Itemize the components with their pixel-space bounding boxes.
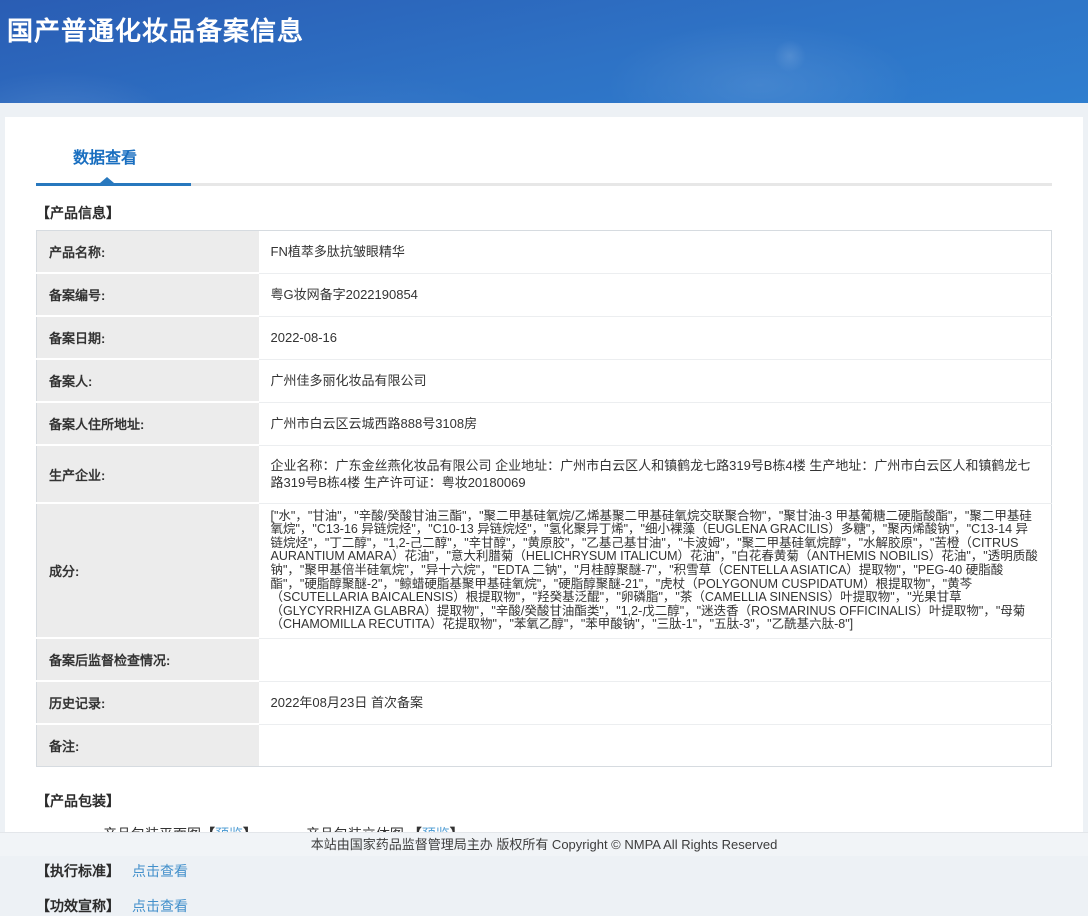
- table-row-registrant-address: 备案人住所地址: 广州市白云区云城西路888号3108房: [36, 402, 1052, 446]
- row-label: 备案人住所地址:: [36, 402, 259, 446]
- table-row-registrant: 备案人: 广州佳多丽化妆品有限公司: [36, 359, 1052, 403]
- standard-view-link[interactable]: 点击查看: [132, 863, 188, 879]
- row-value: 2022年08月23日 首次备案: [258, 681, 1052, 725]
- row-value: 企业名称：广东金丝燕化妆品有限公司 企业地址：广州市白云区人和镇鹤龙七路319号…: [258, 445, 1052, 504]
- row-label: 生产企业:: [36, 445, 259, 505]
- tab-data-view[interactable]: 数据查看: [73, 144, 137, 168]
- table-row-remarks: 备注:: [36, 724, 1052, 767]
- tab-divider: [36, 177, 1052, 186]
- table-row-history: 历史记录: 2022年08月23日 首次备案: [36, 681, 1052, 726]
- tab-bar: 数据查看: [36, 144, 1052, 186]
- standard-row: 【执行标准】 点击查看: [36, 861, 1052, 881]
- row-label: 备案后监督检查情况:: [36, 638, 259, 683]
- row-value: [258, 638, 1052, 682]
- row-label: 备案编号:: [36, 273, 259, 317]
- row-value: 广州佳多丽化妆品有限公司: [258, 359, 1052, 403]
- table-row-supervision-check: 备案后监督检查情况:: [36, 638, 1052, 683]
- row-label: 备案人:: [36, 359, 259, 403]
- row-value: 广州市白云区云城西路888号3108房: [258, 402, 1052, 446]
- page-header: 国产普通化妆品备案信息: [0, 0, 1088, 103]
- product-info-table: 产品名称: FN植萃多肽抗皱眼精华 备案编号: 粤G妆网备字2022190854…: [36, 230, 1052, 768]
- table-row-product-name: 产品名称: FN植萃多肽抗皱眼精华: [36, 230, 1052, 274]
- copyright-text: 本站由国家药品监督管理局主办 版权所有 Copyright © NMPA All…: [310, 837, 778, 852]
- row-label: 备案日期:: [36, 316, 259, 360]
- row-value: FN植萃多肽抗皱眼精华: [258, 230, 1052, 274]
- efficacy-view-link[interactable]: 点击查看: [132, 898, 188, 914]
- row-label: 成分:: [36, 503, 259, 640]
- page-footer: 本站由国家药品监督管理局主办 版权所有 Copyright © NMPA All…: [0, 832, 1088, 856]
- standard-section-title: 【执行标准】: [36, 863, 120, 880]
- efficacy-section-title: 【功效宣称】: [36, 898, 120, 915]
- row-value: 粤G妆网备字2022190854: [258, 273, 1052, 317]
- row-label: 产品名称:: [36, 230, 259, 274]
- row-value: ["水"，"甘油"，"辛酸/癸酸甘油三酯"，"聚二甲基硅氧烷/乙烯基聚二甲基硅氧…: [258, 503, 1052, 639]
- table-row-filing-date: 备案日期: 2022-08-16: [36, 316, 1052, 360]
- row-value: [259, 724, 1052, 767]
- content-card: 数据查看 【产品信息】 产品名称: FN植萃多肽抗皱眼精华 备案编号: 粤G妆网…: [5, 117, 1083, 914]
- row-label: 历史记录:: [36, 681, 259, 726]
- efficacy-row: 【功效宣称】 点击查看: [36, 896, 1052, 916]
- table-row-manufacturer: 生产企业: 企业名称：广东金丝燕化妆品有限公司 企业地址：广州市白云区人和镇鹤龙…: [36, 445, 1052, 505]
- table-row-ingredients: 成分: ["水"，"甘油"，"辛酸/癸酸甘油三酯"，"聚二甲基硅氧烷/乙烯基聚二…: [36, 503, 1052, 640]
- product-info-section-title: 【产品信息】: [36, 205, 120, 221]
- row-label: 备注:: [36, 724, 259, 767]
- page-title: 国产普通化妆品备案信息: [7, 16, 305, 46]
- tab-caret-icon: [100, 177, 114, 183]
- tab-active-underline: [36, 177, 191, 186]
- packaging-section-title: 【产品包装】: [36, 793, 120, 810]
- row-value: 2022-08-16: [258, 316, 1052, 360]
- table-row-filing-number: 备案编号: 粤G妆网备字2022190854: [36, 273, 1052, 317]
